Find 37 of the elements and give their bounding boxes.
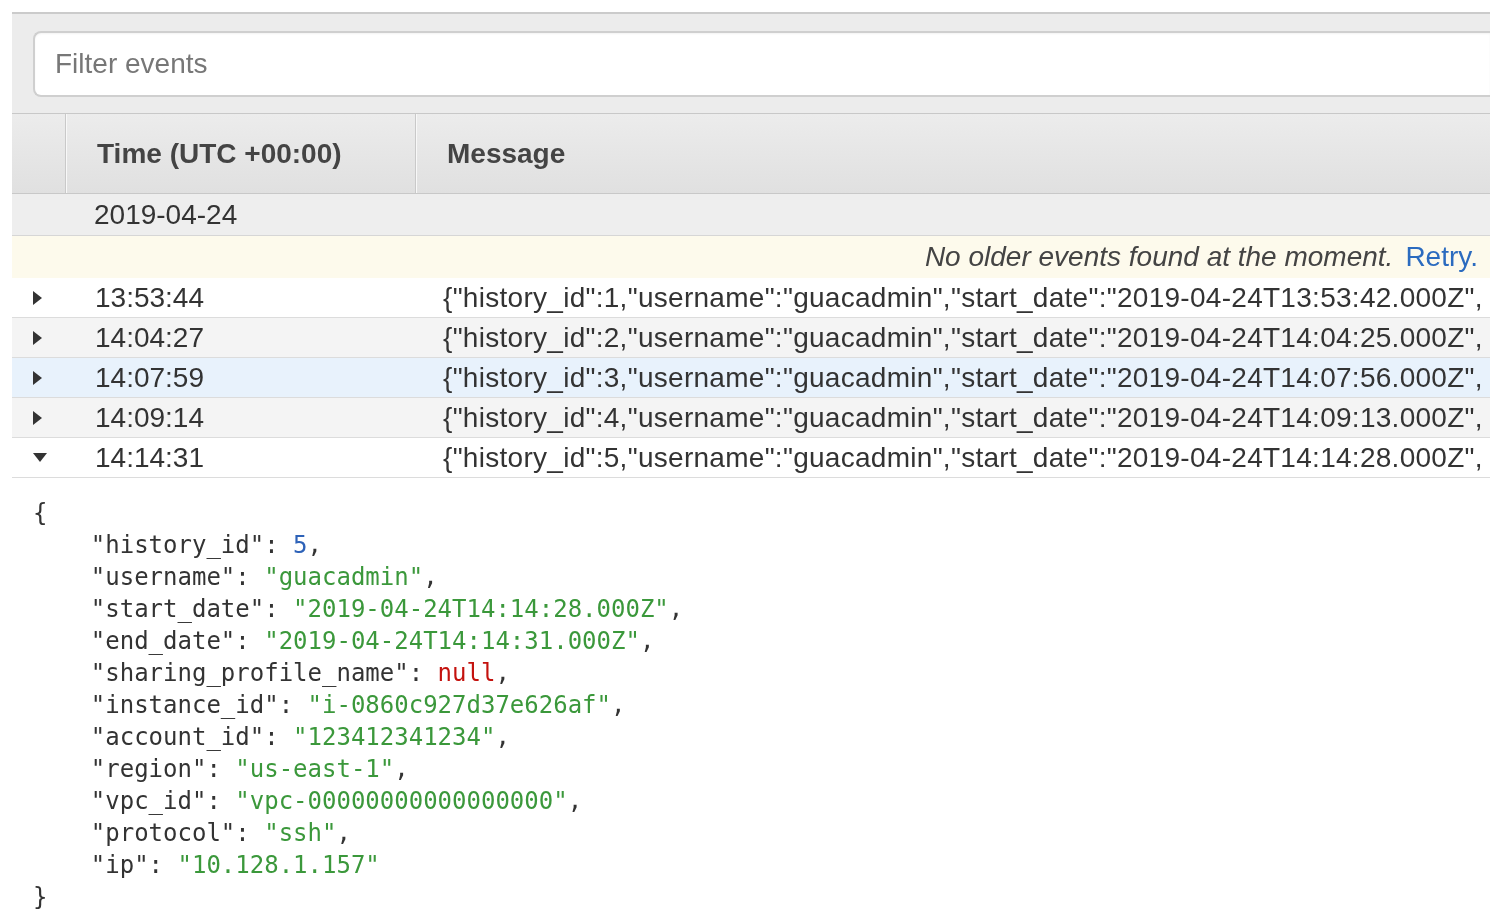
message-cell-text: {"history_id":1,"username":"guacadmin","start_date":"2019-04-24T13:53:42.000Z", (442, 281, 1484, 314)
json-line: "ip": "10.128.1.157" (90, 850, 380, 881)
message-cell-text: {"history_id":3,"username":"guacadmin","start_date":"2019-04-24T14:07:56.000Z", (442, 361, 1484, 394)
caret-right-icon[interactable] (33, 330, 42, 345)
caret-down-icon[interactable] (33, 453, 47, 462)
caret-right-icon[interactable] (33, 370, 42, 385)
time-cell-text: 14:14:31 (94, 441, 205, 474)
json-brace: } (33, 882, 48, 913)
time-cell-text: 13:53:44 (94, 281, 205, 314)
retry-link[interactable]: Retry. (1405, 241, 1478, 273)
time-cell-text: 14:04:27 (94, 321, 205, 354)
event-row[interactable]: 14:04:27 {"history_id":2,"username":"guacadmin","start_date":"2019-04-24T14:04:25.000Z", (12, 318, 1490, 358)
json-line: "history_id": 5, (90, 530, 322, 561)
column-header: Time (UTC +00:00) (65, 114, 415, 193)
json-line: "account_id": "123412341234", (90, 722, 510, 753)
time-cell-text: 14:07:59 (94, 361, 205, 394)
event-row[interactable]: 14:07:59 {"history_id":3,"username":"guacadmin","start_date":"2019-04-24T14:07:56.000Z", (12, 358, 1490, 398)
caret-right-icon[interactable] (33, 290, 42, 305)
filter-field[interactable]: Filter events (33, 31, 1490, 97)
json-line: "protocol": "ssh", (90, 818, 351, 849)
json-line: "instance_id": "i-0860c927d37e626af", (90, 690, 626, 721)
message-cell-text: {"history_id":2,"username":"guacadmin","start_date":"2019-04-24T14:04:25.000Z", (442, 321, 1484, 354)
notice-text: No older events found at the moment. (924, 241, 1394, 273)
json-line: "end_date": "2019-04-24T14:14:31.000Z", (90, 626, 655, 657)
json-line: "region": "us-east-1", (90, 754, 409, 785)
message-cell-text: {"history_id":5,"username":"guacadmin","start_date":"2019-04-24T14:14:28.000Z", (442, 441, 1484, 474)
json-brace: { (33, 498, 48, 529)
date-label: 2019-04-24 (94, 199, 238, 230)
json-line: "start_date": "2019-04-24T14:14:28.000Z", (90, 594, 684, 625)
caret-right-icon[interactable] (33, 410, 42, 425)
column-header: Message (415, 114, 1490, 193)
message-cell-text: {"history_id":4,"username":"guacadmin","start_date":"2019-04-24T14:09:13.000Z", (442, 401, 1484, 434)
json-line: "username": "guacadmin", (90, 562, 438, 593)
time-cell-text: 14:09:14 (94, 401, 205, 434)
json-line: "sharing_profile_name": null, (90, 658, 510, 689)
event-row[interactable]: 14:09:14 {"history_id":4,"username":"guacadmin","start_date":"2019-04-24T14:09:13.000Z", (12, 398, 1490, 438)
json-line: "vpc_id": "vpc-00000000000000000", (90, 786, 583, 817)
